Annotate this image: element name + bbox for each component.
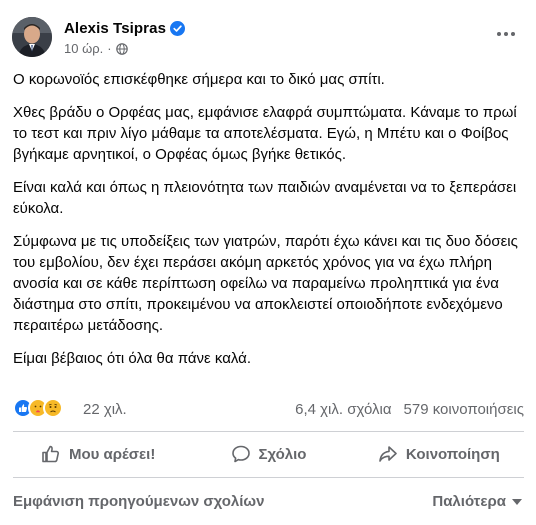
post-body: Ο κορωνοϊός επισκέφθηκε σήμερα και το δι… (13, 69, 528, 381)
comment-icon (231, 445, 250, 463)
view-previous-comments-link[interactable]: Εμφάνιση προηγούμενων σχολίων (13, 493, 264, 510)
comments-bar: Εμφάνιση προηγούμενων σχολίων Παλιότερα (13, 490, 524, 512)
comment-button-label: Σχόλιο (258, 445, 307, 463)
divider (13, 431, 524, 432)
avatar[interactable] (12, 17, 52, 57)
post-stats: 22 χιλ. 6,4 χιλ. σχόλια 579 κοινοποιήσει… (13, 398, 524, 422)
caret-down-icon (512, 498, 522, 505)
facebook-post: Alexis Tsipras 10 ώρ. · Ο κορωνοϊός επισ… (0, 0, 536, 525)
reactions-summary[interactable] (13, 398, 63, 418)
divider (13, 477, 524, 478)
sad-reaction-icon (43, 398, 63, 418)
comment-sort-dropdown[interactable]: Παλιότερα (432, 493, 522, 510)
post-paragraph: Είμαι βέβαιος ότι όλα θα πάνε καλά. (13, 350, 252, 367)
post-paragraph: Σύμφωνα με τις υποδείξεις των γιατρών, π… (13, 233, 518, 334)
post-paragraph: Ο κορωνοϊός επισκέφθηκε σήμερα και το δι… (13, 71, 385, 88)
share-icon (379, 446, 397, 462)
engagement-stats: 6,4 χιλ. σχόλια 579 κοινοποιήσεις (295, 401, 524, 418)
comment-button[interactable]: Σχόλιο (183, 434, 353, 474)
reactions-count[interactable]: 22 χιλ. (83, 401, 127, 418)
author-name[interactable]: Alexis Tsipras (64, 20, 166, 37)
post-time[interactable]: 10 ώρ. (64, 41, 103, 56)
post-paragraph: Είναι καλά και όπως η πλειονότητα των πα… (13, 179, 517, 217)
post-meta: 10 ώρ. · (64, 41, 128, 56)
meta-separator: · (107, 41, 112, 56)
thumb-up-icon (42, 445, 59, 463)
post-actions: Μου αρέσει! Σχόλιο Κοινοποίηση (13, 434, 524, 474)
like-button[interactable]: Μου αρέσει! (13, 434, 183, 474)
share-button-label: Κοινοποίηση (405, 445, 500, 463)
shares-count[interactable]: 579 κοινοποιήσεις (404, 401, 524, 418)
verified-badge-icon (170, 21, 185, 36)
share-button[interactable]: Κοινοποίηση (354, 434, 524, 474)
globe-icon (115, 42, 128, 55)
more-options-icon[interactable] (492, 20, 520, 48)
comment-sort-label: Παλιότερα (432, 493, 506, 510)
post-header: Alexis Tsipras 10 ώρ. · (12, 14, 524, 60)
like-button-label: Μου αρέσει! (68, 445, 156, 463)
comments-count[interactable]: 6,4 χιλ. σχόλια (295, 401, 391, 418)
post-paragraph: Χθες βράδυ ο Ορφέας μας, εμφάνισε ελαφρά… (13, 104, 517, 163)
